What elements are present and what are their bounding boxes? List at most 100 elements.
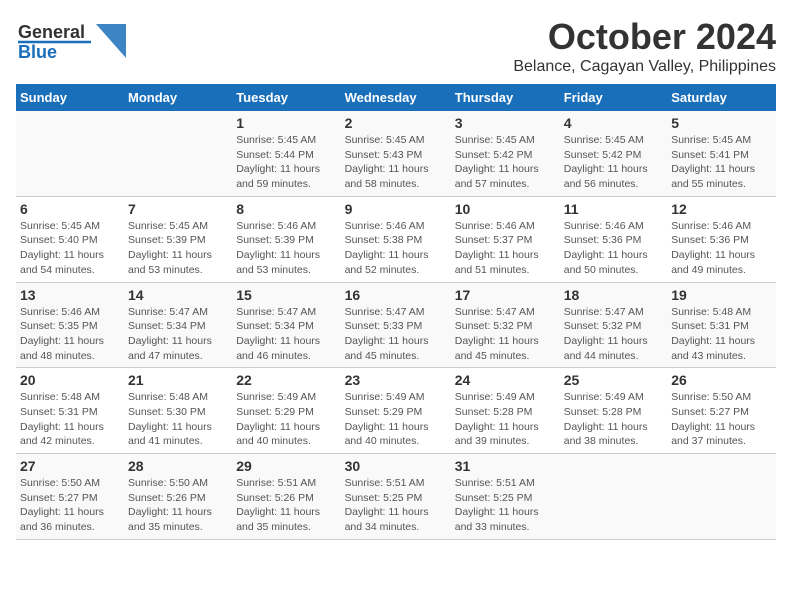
- day-info: Sunrise: 5:50 AM Sunset: 5:27 PM Dayligh…: [20, 476, 120, 535]
- day-number: 10: [455, 201, 556, 217]
- day-number: 30: [345, 458, 447, 474]
- page-title: October 2024: [513, 16, 776, 58]
- calendar-cell: 10 Sunrise: 5:46 AM Sunset: 5:37 PM Dayli…: [451, 196, 560, 282]
- calendar-week-row: 27 Sunrise: 5:50 AM Sunset: 5:27 PM Dayli…: [16, 454, 776, 540]
- day-number: 6: [20, 201, 120, 217]
- day-info: Sunrise: 5:51 AM Sunset: 5:25 PM Dayligh…: [345, 476, 447, 535]
- day-info: Sunrise: 5:50 AM Sunset: 5:26 PM Dayligh…: [128, 476, 228, 535]
- calendar-cell: [667, 454, 776, 540]
- svg-text:General: General: [18, 22, 85, 42]
- calendar-cell: 16Sunrise: 5:47 AM Sunset: 5:33 PM Dayli…: [341, 282, 451, 368]
- day-number: 15: [236, 287, 336, 303]
- day-info: Sunrise: 5:46 AM Sunset: 5:36 PM Dayligh…: [564, 219, 663, 278]
- day-number: 17: [455, 287, 556, 303]
- calendar-cell: 2 Sunrise: 5:45 AM Sunset: 5:43 PM Daylig…: [341, 111, 451, 196]
- day-info: Sunrise: 5:46 AM Sunset: 5:35 PM Dayligh…: [20, 305, 120, 364]
- day-number: 22: [236, 372, 336, 388]
- calendar-cell: 28 Sunrise: 5:50 AM Sunset: 5:26 PM Dayli…: [124, 454, 232, 540]
- calendar-cell: 19 Sunrise: 5:48 AM Sunset: 5:31 PM Dayli…: [667, 282, 776, 368]
- day-info: Sunrise: 5:47 AM Sunset: 5:34 PM Dayligh…: [128, 305, 228, 364]
- calendar-cell: 25 Sunrise: 5:49 AM Sunset: 5:28 PM Dayli…: [560, 368, 667, 454]
- day-number: 3: [455, 115, 556, 131]
- day-info: Sunrise: 5:47 AM Sunset: 5:32 PM Dayligh…: [455, 305, 556, 364]
- day-info: Sunrise: 5:46 AM Sunset: 5:36 PM Dayligh…: [671, 219, 772, 278]
- header-saturday: Saturday: [667, 84, 776, 111]
- page-header: General Blue October 2024 Belance, Cagay…: [16, 16, 776, 76]
- calendar-cell: 8 Sunrise: 5:46 AM Sunset: 5:39 PM Daylig…: [232, 196, 340, 282]
- day-number: 20: [20, 372, 120, 388]
- calendar-cell: 29 Sunrise: 5:51 AM Sunset: 5:26 PM Dayli…: [232, 454, 340, 540]
- day-number: 2: [345, 115, 447, 131]
- day-info: Sunrise: 5:45 AM Sunset: 5:40 PM Dayligh…: [20, 219, 120, 278]
- day-number: 9: [345, 201, 447, 217]
- day-number: 25: [564, 372, 663, 388]
- logo: General Blue: [16, 16, 126, 64]
- calendar-cell: 11 Sunrise: 5:46 AM Sunset: 5:36 PM Dayli…: [560, 196, 667, 282]
- day-info: Sunrise: 5:45 AM Sunset: 5:41 PM Dayligh…: [671, 133, 772, 192]
- calendar-header-row: Sunday Monday Tuesday Wednesday Thursday…: [16, 84, 776, 111]
- day-number: 18: [564, 287, 663, 303]
- header-wednesday: Wednesday: [341, 84, 451, 111]
- calendar-cell: 15 Sunrise: 5:47 AM Sunset: 5:34 PM Dayli…: [232, 282, 340, 368]
- day-number: 31: [455, 458, 556, 474]
- header-friday: Friday: [560, 84, 667, 111]
- calendar-cell: 27 Sunrise: 5:50 AM Sunset: 5:27 PM Dayli…: [16, 454, 124, 540]
- day-number: 19: [671, 287, 772, 303]
- calendar-cell: 1Sunrise: 5:45 AM Sunset: 5:44 PM Daylig…: [232, 111, 340, 196]
- day-number: 24: [455, 372, 556, 388]
- calendar-cell: [124, 111, 232, 196]
- calendar-cell: 3 Sunrise: 5:45 AM Sunset: 5:42 PM Daylig…: [451, 111, 560, 196]
- calendar-cell: 23Sunrise: 5:49 AM Sunset: 5:29 PM Dayli…: [341, 368, 451, 454]
- day-number: 27: [20, 458, 120, 474]
- day-info: Sunrise: 5:45 AM Sunset: 5:39 PM Dayligh…: [128, 219, 228, 278]
- header-monday: Monday: [124, 84, 232, 111]
- logo-svg: General Blue: [16, 16, 126, 64]
- day-info: Sunrise: 5:46 AM Sunset: 5:39 PM Dayligh…: [236, 219, 336, 278]
- calendar-week-row: 20 Sunrise: 5:48 AM Sunset: 5:31 PM Dayli…: [16, 368, 776, 454]
- calendar-cell: 5 Sunrise: 5:45 AM Sunset: 5:41 PM Daylig…: [667, 111, 776, 196]
- calendar-week-row: 6 Sunrise: 5:45 AM Sunset: 5:40 PM Daylig…: [16, 196, 776, 282]
- day-number: 29: [236, 458, 336, 474]
- calendar-cell: [560, 454, 667, 540]
- calendar-cell: 30 Sunrise: 5:51 AM Sunset: 5:25 PM Dayli…: [341, 454, 451, 540]
- day-number: 11: [564, 201, 663, 217]
- header-tuesday: Tuesday: [232, 84, 340, 111]
- day-number: 26: [671, 372, 772, 388]
- day-info: Sunrise: 5:50 AM Sunset: 5:27 PM Dayligh…: [671, 390, 772, 449]
- day-info: Sunrise: 5:45 AM Sunset: 5:44 PM Dayligh…: [236, 133, 336, 192]
- calendar-cell: 7 Sunrise: 5:45 AM Sunset: 5:39 PM Daylig…: [124, 196, 232, 282]
- day-number: 5: [671, 115, 772, 131]
- day-number: 7: [128, 201, 228, 217]
- day-info: Sunrise: 5:49 AM Sunset: 5:28 PM Dayligh…: [455, 390, 556, 449]
- day-info: Sunrise: 5:49 AM Sunset: 5:29 PM Dayligh…: [236, 390, 336, 449]
- day-number: 28: [128, 458, 228, 474]
- day-info: Sunrise: 5:49 AM Sunset: 5:28 PM Dayligh…: [564, 390, 663, 449]
- day-info: Sunrise: 5:47 AM Sunset: 5:34 PM Dayligh…: [236, 305, 336, 364]
- header-sunday: Sunday: [16, 84, 124, 111]
- calendar-cell: 26 Sunrise: 5:50 AM Sunset: 5:27 PM Dayli…: [667, 368, 776, 454]
- day-info: Sunrise: 5:45 AM Sunset: 5:42 PM Dayligh…: [564, 133, 663, 192]
- day-info: Sunrise: 5:46 AM Sunset: 5:37 PM Dayligh…: [455, 219, 556, 278]
- calendar-week-row: 1Sunrise: 5:45 AM Sunset: 5:44 PM Daylig…: [16, 111, 776, 196]
- day-info: Sunrise: 5:48 AM Sunset: 5:30 PM Dayligh…: [128, 390, 228, 449]
- calendar-cell: 21Sunrise: 5:48 AM Sunset: 5:30 PM Dayli…: [124, 368, 232, 454]
- calendar-cell: 4 Sunrise: 5:45 AM Sunset: 5:42 PM Daylig…: [560, 111, 667, 196]
- day-info: Sunrise: 5:48 AM Sunset: 5:31 PM Dayligh…: [671, 305, 772, 364]
- calendar-cell: 22 Sunrise: 5:49 AM Sunset: 5:29 PM Dayli…: [232, 368, 340, 454]
- day-info: Sunrise: 5:45 AM Sunset: 5:42 PM Dayligh…: [455, 133, 556, 192]
- day-info: Sunrise: 5:45 AM Sunset: 5:43 PM Dayligh…: [345, 133, 447, 192]
- day-number: 8: [236, 201, 336, 217]
- calendar-cell: 20 Sunrise: 5:48 AM Sunset: 5:31 PM Dayli…: [16, 368, 124, 454]
- day-info: Sunrise: 5:48 AM Sunset: 5:31 PM Dayligh…: [20, 390, 120, 449]
- calendar-table: Sunday Monday Tuesday Wednesday Thursday…: [16, 84, 776, 540]
- day-number: 13: [20, 287, 120, 303]
- svg-text:Blue: Blue: [18, 42, 57, 62]
- day-info: Sunrise: 5:47 AM Sunset: 5:32 PM Dayligh…: [564, 305, 663, 364]
- calendar-cell: [16, 111, 124, 196]
- calendar-cell: 24 Sunrise: 5:49 AM Sunset: 5:28 PM Dayli…: [451, 368, 560, 454]
- day-info: Sunrise: 5:51 AM Sunset: 5:26 PM Dayligh…: [236, 476, 336, 535]
- header-thursday: Thursday: [451, 84, 560, 111]
- day-number: 23: [345, 372, 447, 388]
- day-number: 4: [564, 115, 663, 131]
- page-subtitle: Belance, Cagayan Valley, Philippines: [513, 58, 776, 76]
